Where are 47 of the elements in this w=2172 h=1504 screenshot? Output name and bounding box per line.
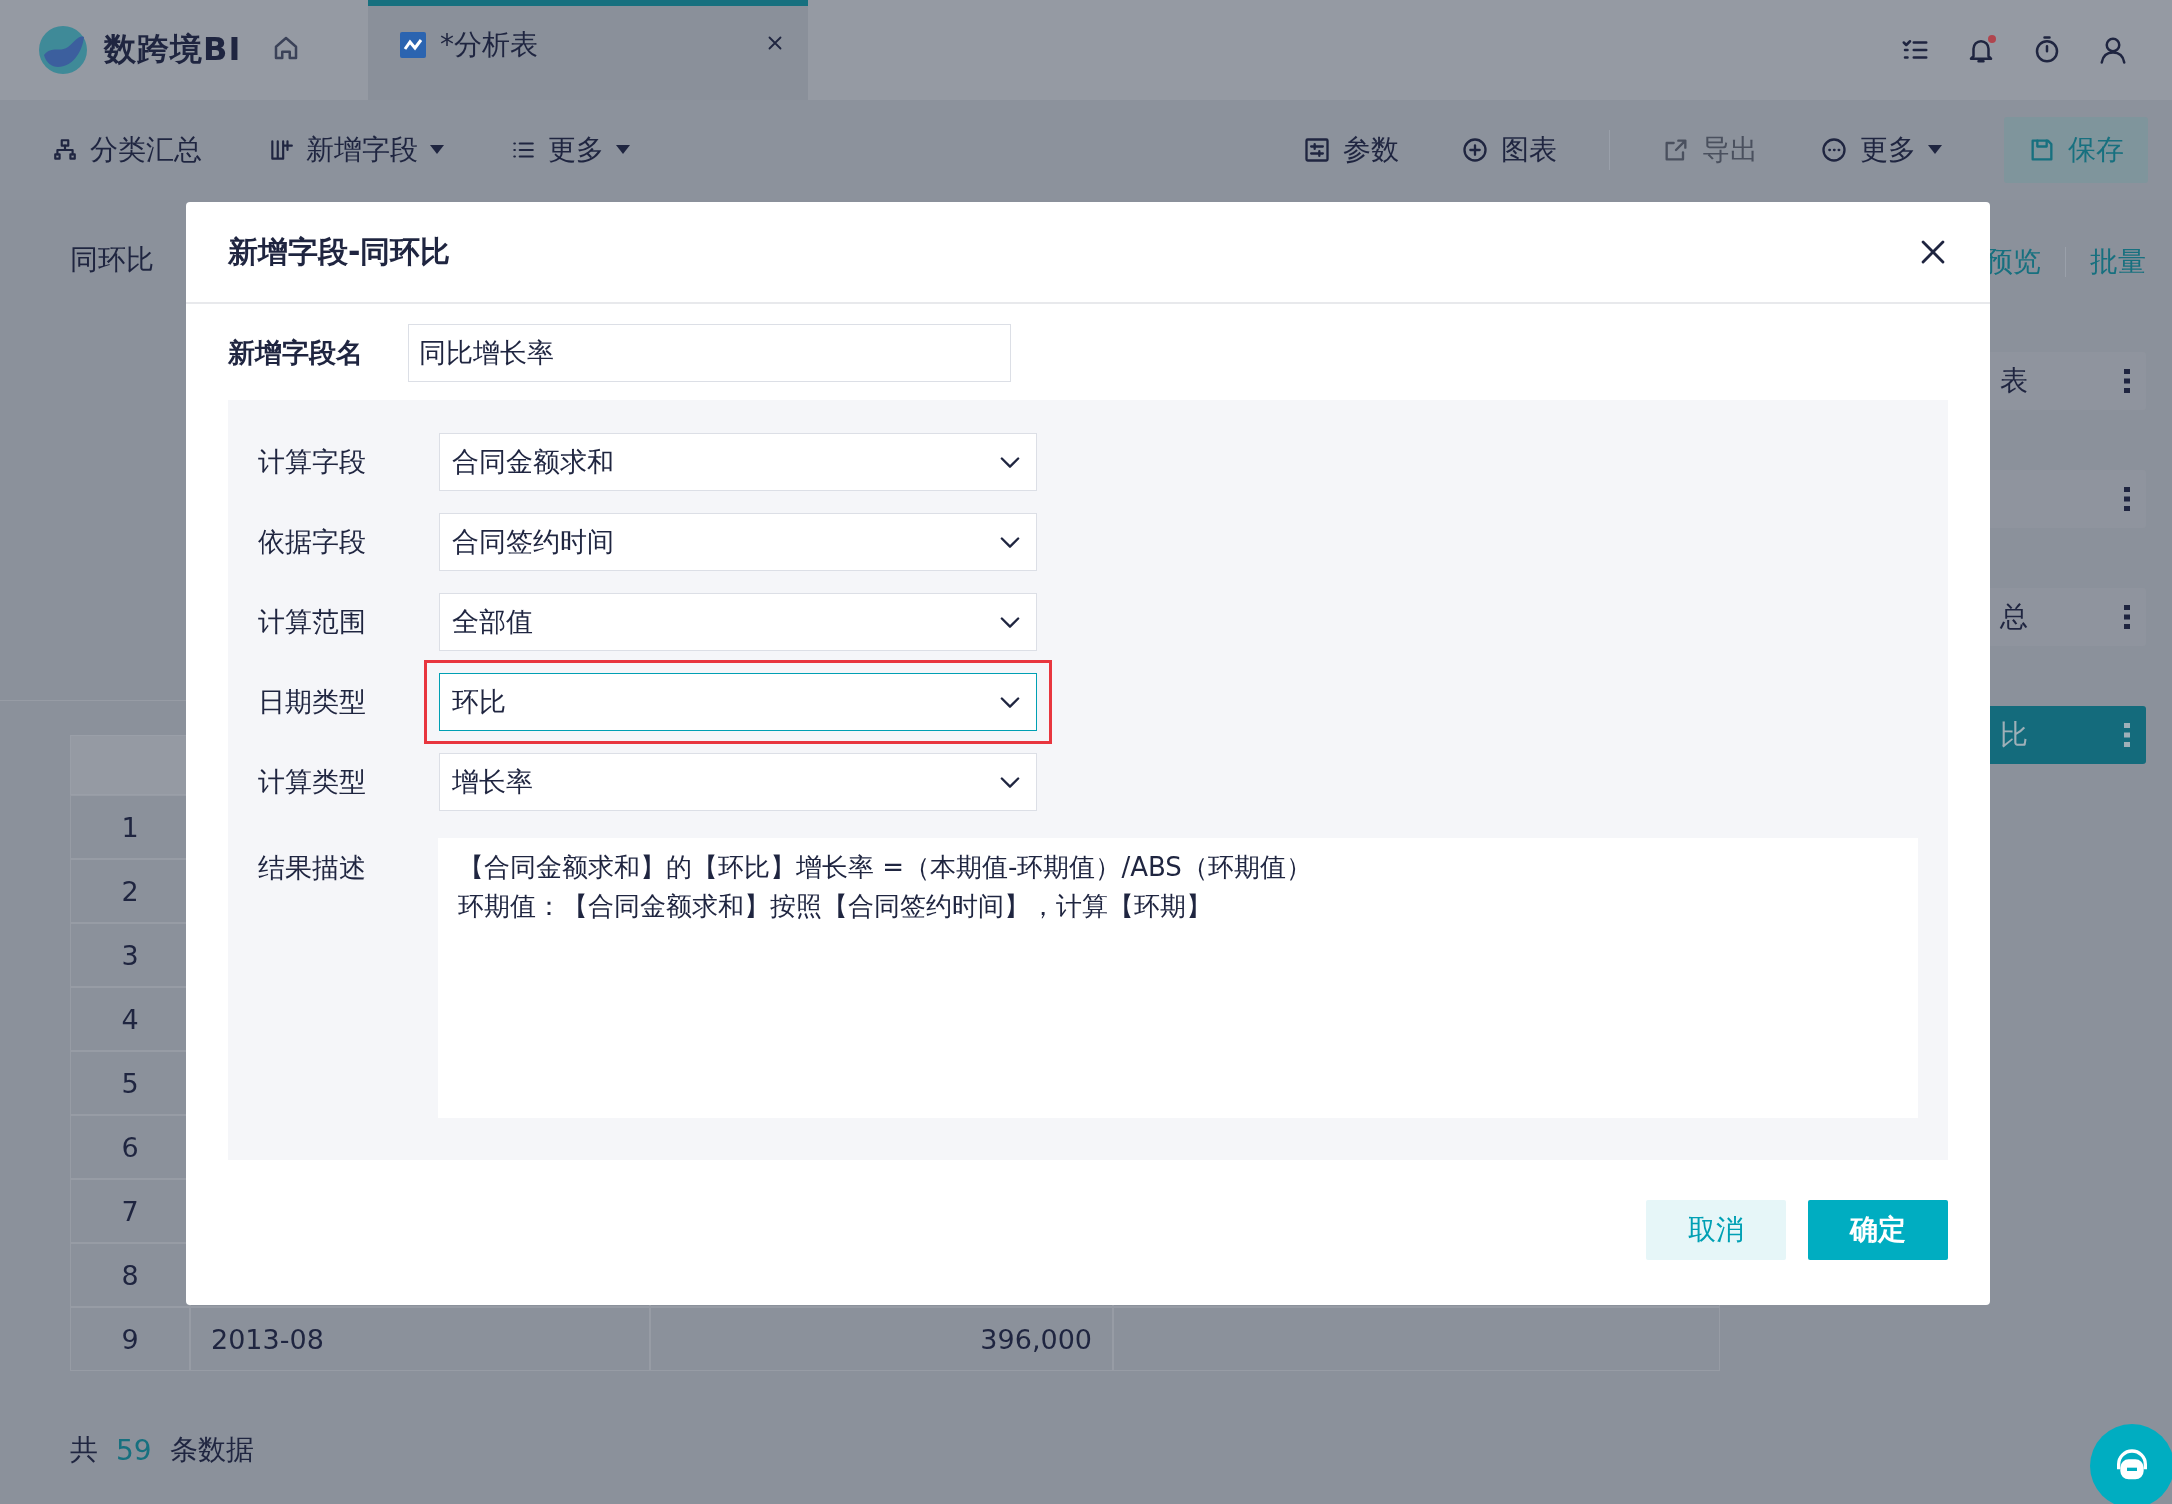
sheet-tab[interactable]: 同环比 <box>70 241 154 279</box>
add-column-icon <box>268 137 294 163</box>
confirm-button[interactable]: 确定 <box>1808 1200 1948 1260</box>
caret-icon <box>1928 145 1942 155</box>
more-vertical-icon <box>2124 487 2130 511</box>
logo-text: 数跨境BI <box>104 29 242 70</box>
dropdown[interactable]: 全部值 <box>439 593 1037 651</box>
dropdown[interactable]: 增长率 <box>439 753 1037 811</box>
table-cell: 2013-08 <box>190 1307 650 1371</box>
description-line: 环期值：【合同金额求和】按照【合同签约时间】，计算【环期】 <box>458 890 1213 923</box>
field-label: 计算范围 <box>258 605 367 639</box>
record-count: 共 59 条数据 <box>70 1432 255 1469</box>
field-label: 计算类型 <box>258 765 367 799</box>
dropdown[interactable]: 合同签约时间 <box>439 513 1037 571</box>
user-icon <box>2098 35 2128 65</box>
dropdown[interactable]: 合同金额求和 <box>439 433 1037 491</box>
field-label: 结果描述 <box>258 851 367 885</box>
dialog-title: 新增字段-同环比 <box>228 232 452 271</box>
field-label: 日期类型 <box>258 685 367 719</box>
dropdown[interactable]: 环比 <box>439 673 1037 731</box>
description-line: 【合同金额求和】的【环比】增长率 =（本期值-环期值）/ABS（环期值） <box>458 851 1313 884</box>
notification-dot <box>1988 35 1996 43</box>
caret-icon <box>616 145 630 155</box>
more-vertical-icon <box>2124 369 2130 393</box>
caret-icon <box>430 145 444 155</box>
sliders-icon <box>1303 136 1331 164</box>
input-field[interactable]: 同比增长率 <box>408 324 1011 382</box>
more-vertical-icon <box>2124 723 2130 747</box>
toolbar-button[interactable]: 分类汇总 <box>52 131 202 169</box>
hierarchy-icon <box>52 137 78 163</box>
row-number: 9 <box>70 1307 190 1371</box>
toolbar-button[interactable]: 更多 <box>510 131 630 169</box>
more-vertical-icon <box>2124 605 2130 629</box>
toolbar-button[interactable]: 图表 <box>1461 131 1557 169</box>
field-label: 新增字段名 <box>228 336 364 370</box>
field-label: 计算字段 <box>258 445 367 479</box>
toolbar-button[interactable]: 新增字段 <box>268 131 444 169</box>
cancel-button[interactable]: 取消 <box>1646 1200 1786 1260</box>
document-tab[interactable]: *分析表 <box>368 0 808 100</box>
field-label: 依据字段 <box>258 525 367 559</box>
add-circle-icon <box>1461 136 1489 164</box>
toolbar-button[interactable]: 更多 <box>1820 131 1942 169</box>
logo-icon <box>38 25 88 75</box>
toolbar-button[interactable]: 参数 <box>1303 131 1399 169</box>
chart-icon <box>400 32 426 58</box>
table-cell: 396,000 <box>650 1307 1113 1371</box>
more-circle-icon <box>1820 136 1848 164</box>
